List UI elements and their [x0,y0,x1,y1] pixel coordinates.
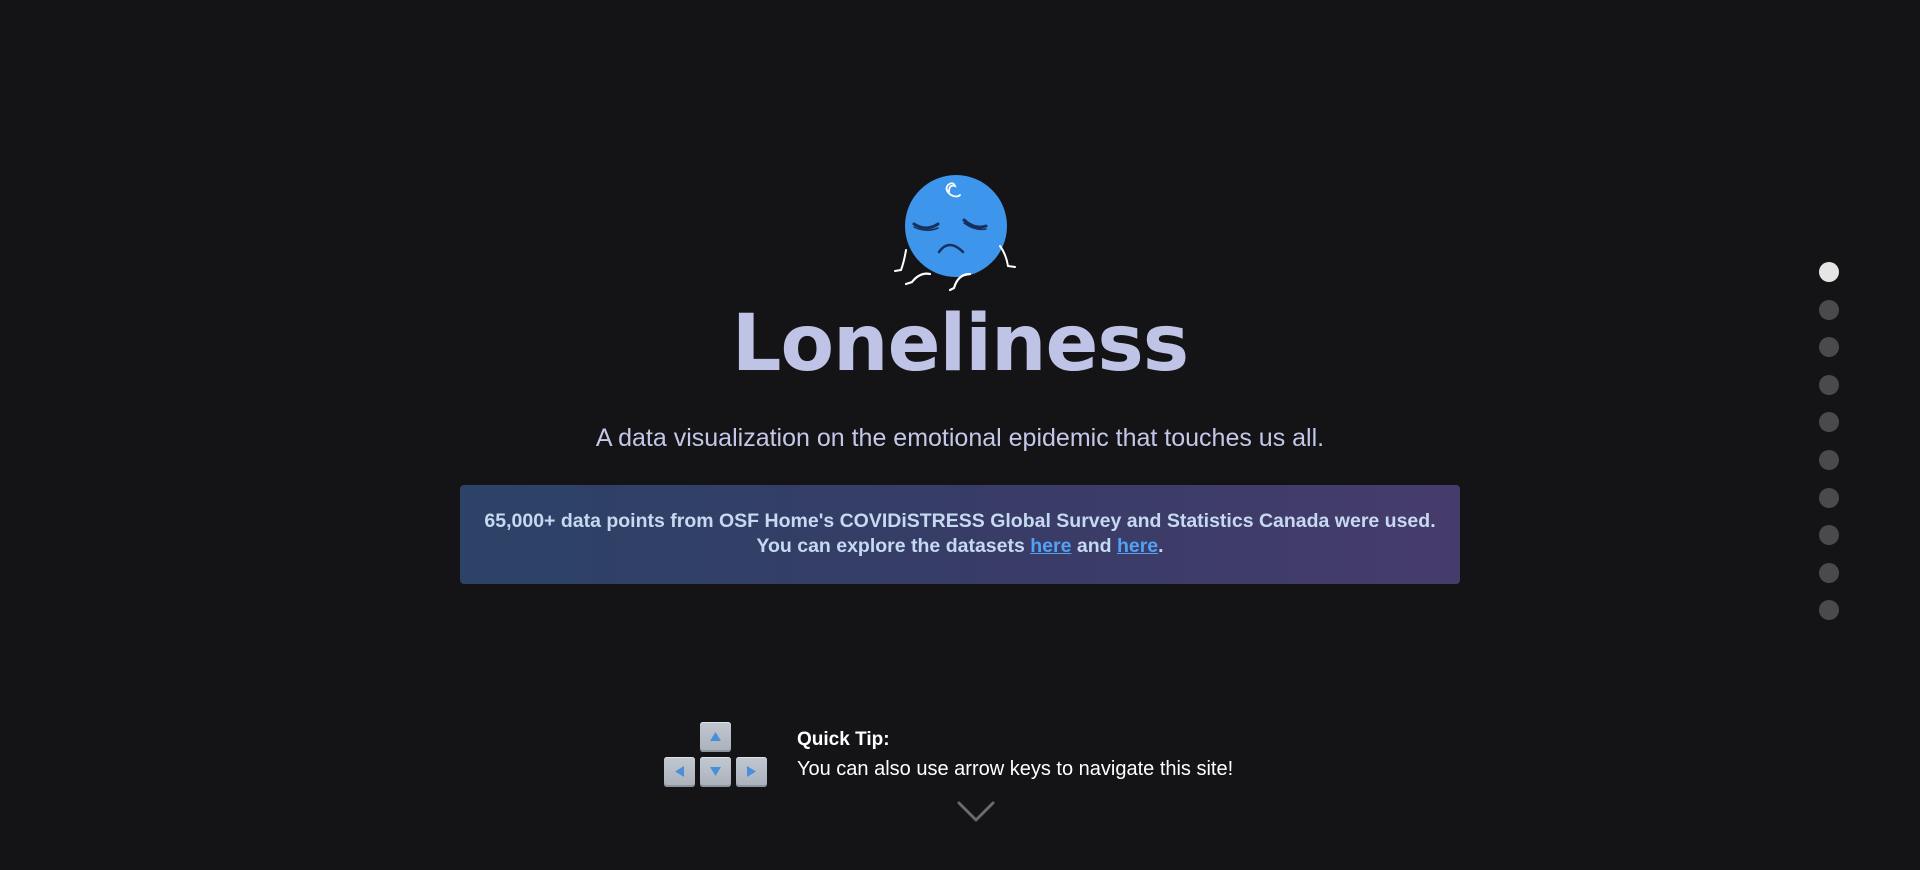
page-subtitle: A data visualization on the emotional ep… [595,424,1325,452]
section-nav-dot[interactable] [1819,525,1839,545]
section-nav-dot[interactable] [1819,262,1839,282]
arrow-left-key-icon [664,757,695,787]
arrow-keys-icon [664,722,768,790]
arrow-up-key-icon [700,722,731,752]
section-nav-dot[interactable] [1819,337,1839,357]
quick-tip-text: You can also use arrow keys to navigate … [797,758,1234,780]
section-nav-dot[interactable] [1819,412,1839,432]
dataset-info-box: 65,000+ data points from OSF Home's COVI… [460,485,1460,584]
info-text: 65,000+ data points from OSF Home's COVI… [484,510,1436,557]
info-text-period: . [1158,535,1164,557]
hero-section: Loneliness A data visualization on the e… [0,0,1920,870]
arrow-down-key-icon [700,757,731,787]
section-nav-dot[interactable] [1819,450,1839,470]
section-nav-dot[interactable] [1819,375,1839,395]
section-nav-dot[interactable] [1819,488,1839,508]
quick-tip: Quick Tip: You can also use arrow keys t… [797,726,1233,784]
quick-tip-label: Quick Tip: [797,729,890,750]
section-nav-dot[interactable] [1819,300,1839,320]
dataset-link-1[interactable]: here [1030,535,1071,557]
info-text-and: and [1071,535,1117,557]
section-nav-dot[interactable] [1819,563,1839,583]
dataset-link-2[interactable]: here [1117,535,1158,557]
chevron-down-icon[interactable] [957,800,995,824]
sad-mascot-icon [894,175,1016,292]
page-title: Loneliness [731,299,1189,389]
section-nav-dot[interactable] [1819,600,1839,620]
arrow-right-key-icon [736,757,767,787]
